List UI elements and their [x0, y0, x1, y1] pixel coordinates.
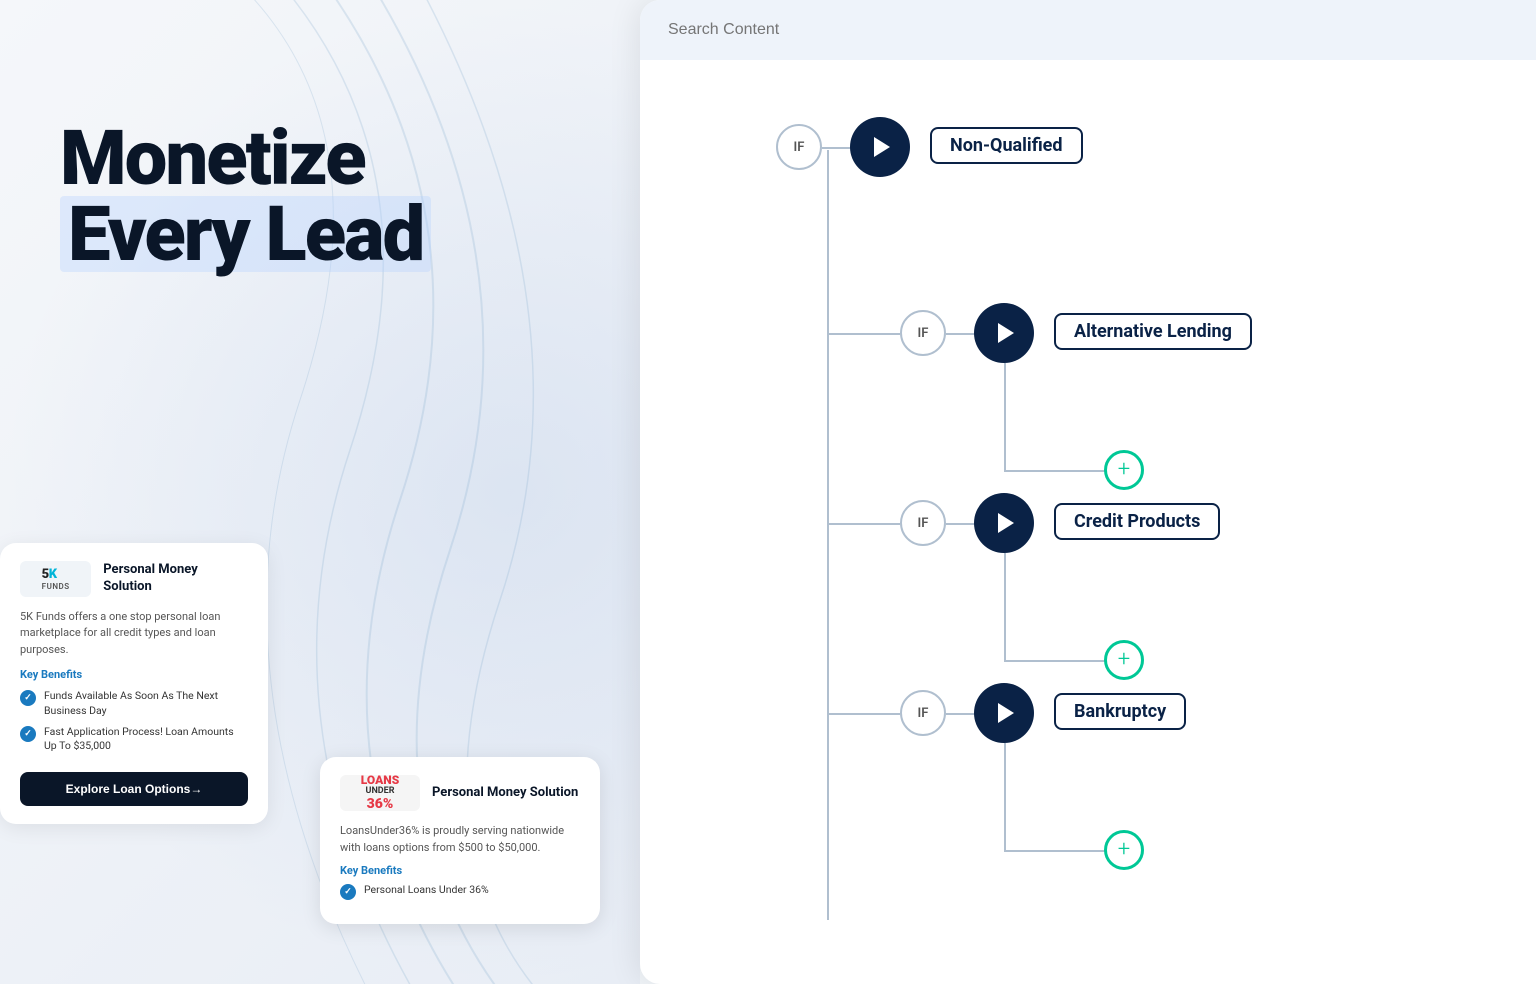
node-label-2: Alternative Lending: [1054, 313, 1252, 350]
benefit-check-2: [20, 726, 36, 742]
benefit-item-2: Fast Application Process! Loan Amounts U…: [20, 725, 248, 754]
benefit-text-1: Funds Available As Soon As The Next Busi…: [44, 689, 248, 718]
flow-area: IF Non-Qualified IF A: [640, 60, 1536, 984]
hero-title: Monetize Every Lead: [60, 120, 580, 272]
play-icon-4: [998, 703, 1014, 723]
logo-funds-text: FUNDS: [42, 582, 70, 591]
h-line-2: [827, 333, 900, 335]
if-badge-4[interactable]: IF: [900, 690, 946, 736]
benefit-check-1: [20, 690, 36, 706]
card-5kfunds: 5K FUNDS Personal Money Solution 5K Fund…: [0, 543, 268, 824]
card2-benefit-text: Personal Loans Under 36%: [364, 883, 489, 898]
search-input[interactable]: [668, 21, 1508, 39]
if-badge-3[interactable]: IF: [900, 500, 946, 546]
card2-header: LOANS UNDER 36% Personal Money Solution: [340, 775, 580, 811]
card2-description: LoansUnder36% is proudly serving nationw…: [340, 823, 580, 856]
node-label-4: Bankruptcy: [1054, 693, 1186, 730]
add-button-3[interactable]: +: [1104, 830, 1144, 870]
search-bar: [640, 0, 1536, 60]
benefit-text-2: Fast Application Process! Loan Amounts U…: [44, 725, 248, 754]
card-loans-under-36: LOANS UNDER 36% Personal Money Solution …: [320, 757, 600, 924]
node-label-1: Non-Qualified: [930, 127, 1083, 164]
card1-title: Personal Money Solution: [103, 562, 248, 596]
right-panel: IF Non-Qualified IF A: [640, 0, 1536, 984]
play-icon-2: [998, 323, 1014, 343]
card1-description: 5K Funds offers a one stop personal loan…: [20, 609, 248, 659]
play-circle-4[interactable]: [974, 683, 1034, 743]
v-line-3: [1004, 553, 1006, 660]
card1-benefits-label: Key Benefits: [20, 668, 248, 681]
add-button-1[interactable]: +: [1104, 450, 1144, 490]
explore-loan-options-button[interactable]: Explore Loan Options→: [20, 772, 248, 806]
play-icon-3: [998, 513, 1014, 533]
card2-title: Personal Money Solution: [432, 785, 578, 802]
card2-benefits-label: Key Benefits: [340, 864, 580, 877]
if-badge-2[interactable]: IF: [900, 310, 946, 356]
hero-text: Monetize Every Lead: [60, 120, 580, 272]
flow-container: IF Non-Qualified IF A: [680, 90, 1496, 954]
play-icon-1: [874, 137, 890, 157]
loans-logo-content: LOANS UNDER 36%: [361, 775, 399, 811]
h-line-3: [827, 523, 900, 525]
logo-loans-under36: LOANS UNDER 36%: [340, 775, 420, 811]
hero-line2: Every Lead: [60, 196, 431, 272]
left-panel: Monetize Every Lead 5K FUNDS Personal Mo…: [0, 0, 640, 984]
logo-5kfunds: 5K FUNDS: [20, 561, 91, 597]
node-label-3: Credit Products: [1054, 503, 1220, 540]
play-circle-1[interactable]: [850, 117, 910, 177]
benefit-item-1: Funds Available As Soon As The Next Busi…: [20, 689, 248, 718]
v-line-2: [1004, 363, 1006, 470]
h-line-4: [827, 713, 900, 715]
card-header: 5K FUNDS Personal Money Solution: [20, 561, 248, 597]
v-line-4: [1004, 743, 1006, 850]
spine-line: [827, 150, 829, 920]
play-circle-3[interactable]: [974, 493, 1034, 553]
if-badge-1[interactable]: IF: [776, 124, 822, 170]
card2-benefit-check: [340, 884, 356, 900]
add-button-2[interactable]: +: [1104, 640, 1144, 680]
play-circle-2[interactable]: [974, 303, 1034, 363]
card2-benefit-item: Personal Loans Under 36%: [340, 883, 580, 900]
